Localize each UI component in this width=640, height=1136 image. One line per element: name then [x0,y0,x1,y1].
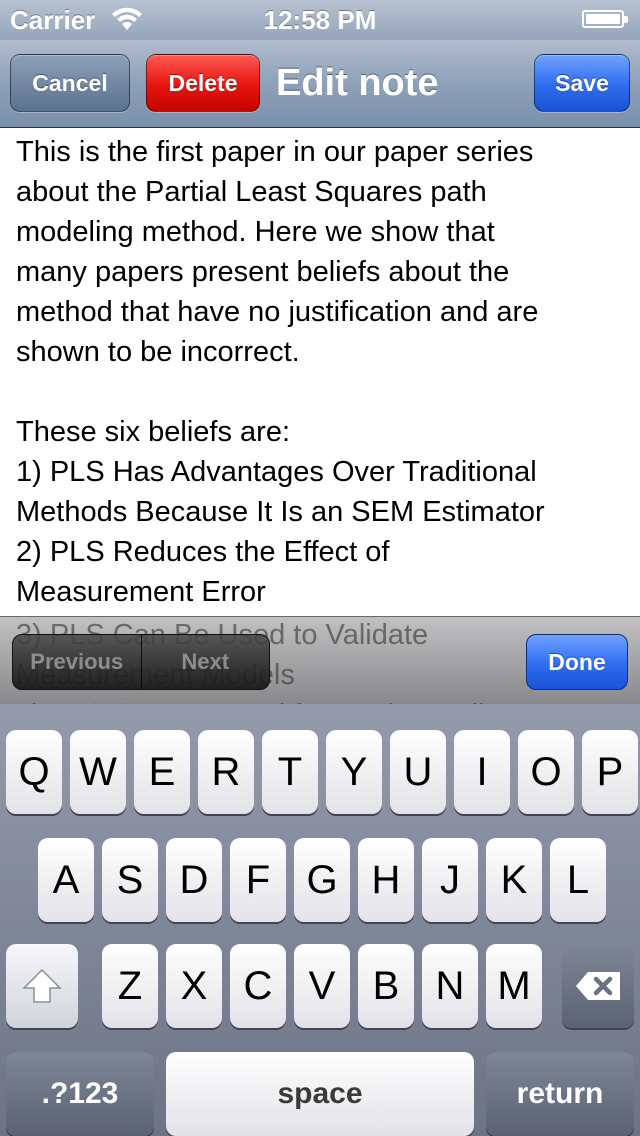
done-button[interactable]: Done [526,634,628,690]
shift-icon [22,968,62,1003]
key-j[interactable]: J [422,838,478,922]
space-key[interactable]: space [166,1052,474,1136]
next-button[interactable]: Next [142,635,270,689]
key-p[interactable]: P [582,730,638,814]
key-b[interactable]: B [358,944,414,1028]
backspace-key[interactable] [562,944,634,1028]
key-c[interactable]: C [230,944,286,1028]
key-k[interactable]: K [486,838,542,922]
key-o[interactable]: O [518,730,574,814]
note-text[interactable]: This is the first paper in our paper ser… [16,132,616,616]
save-button[interactable]: Save [534,54,630,112]
status-time: 12:58 PM [263,5,377,35]
key-d[interactable]: D [166,838,222,922]
key-r[interactable]: R [198,730,254,814]
shift-key[interactable] [6,944,78,1028]
key-a[interactable]: A [38,838,94,922]
delete-button[interactable]: Delete [146,54,260,112]
key-w[interactable]: W [70,730,126,814]
key-h[interactable]: H [358,838,414,922]
key-t[interactable]: T [262,730,318,814]
battery-icon [582,10,628,28]
numbers-key[interactable]: .?123 [6,1052,154,1136]
input-accessory-bar: 3) PLS Can Be Used to Validate Measureme… [0,616,640,705]
previous-button[interactable]: Previous [13,635,142,689]
key-l[interactable]: L [550,838,606,922]
previous-next-control: Previous Next [12,634,270,690]
key-z[interactable]: Z [102,944,158,1028]
key-v[interactable]: V [294,944,350,1028]
note-text-view[interactable]: This is the first paper in our paper ser… [0,128,640,616]
key-y[interactable]: Y [326,730,382,814]
backspace-icon [576,972,620,1000]
key-f[interactable]: F [230,838,286,922]
key-i[interactable]: I [454,730,510,814]
cancel-button[interactable]: Cancel [10,54,130,112]
status-bar: Carrier 12:58 PM [0,0,640,40]
key-q[interactable]: Q [6,730,62,814]
key-m[interactable]: M [486,944,542,1028]
key-g[interactable]: G [294,838,350,922]
key-s[interactable]: S [102,838,158,922]
return-key[interactable]: return [486,1052,634,1136]
page-title: Edit note [276,62,439,104]
keyboard: Q W E R T Y U I O P A S D F G H J K L Z … [0,704,640,1136]
key-u[interactable]: U [390,730,446,814]
key-n[interactable]: N [422,944,478,1028]
key-x[interactable]: X [166,944,222,1028]
key-e[interactable]: E [134,730,190,814]
navigation-bar: Cancel Delete Edit note Save [0,40,640,128]
